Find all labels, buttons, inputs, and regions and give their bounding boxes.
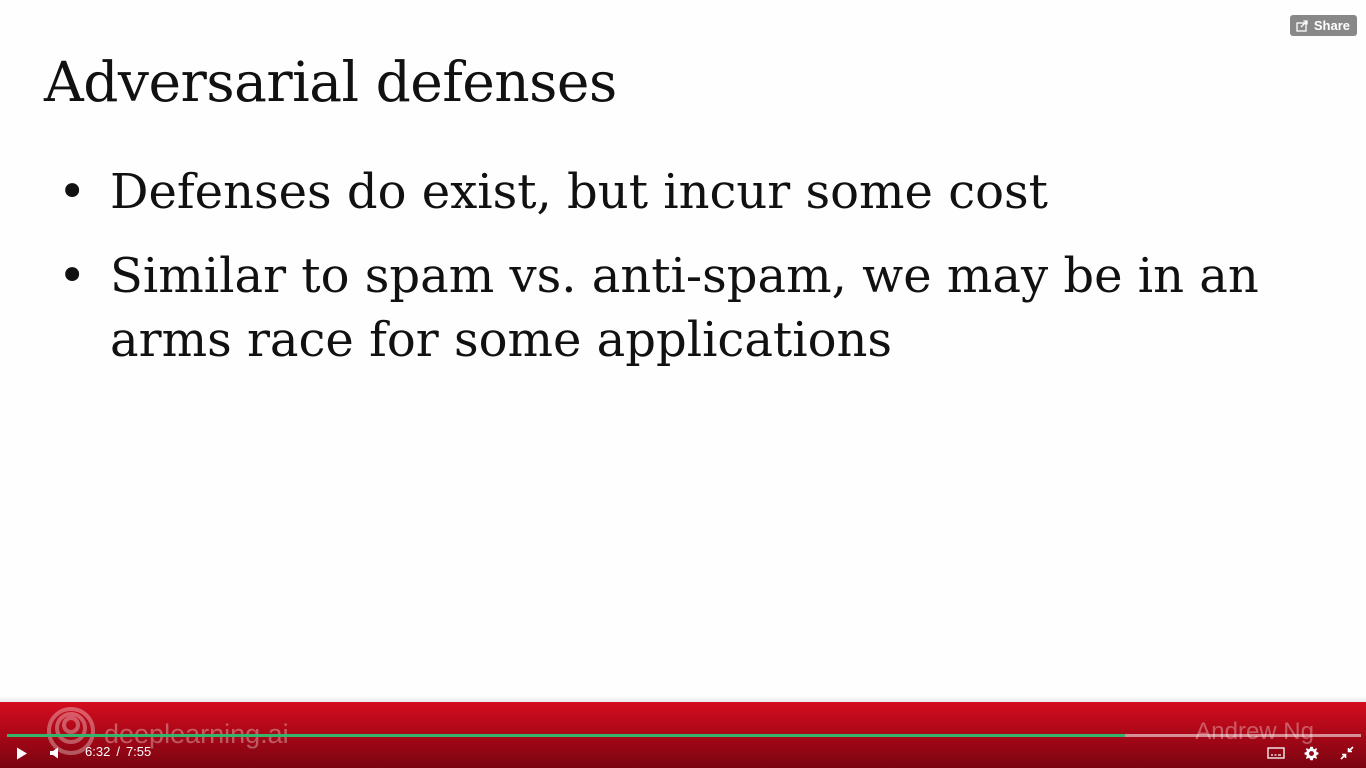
slide-bullet-text: Similar to spam vs. anti-spam, we may be… (110, 248, 1259, 368)
time-display: 6:32 / 7:55 (85, 744, 151, 759)
slide-bullet-text: Defenses do exist, but incur some cost (110, 164, 1048, 220)
bullet-marker: • (58, 164, 87, 220)
video-player[interactable]: Share Adversarial defenses • Defenses do… (0, 0, 1366, 768)
settings-icon (1304, 746, 1318, 760)
time-separator: / (116, 744, 120, 759)
share-label: Share (1313, 18, 1350, 33)
duration: 7:55 (125, 744, 152, 759)
current-time: 6:32 (85, 744, 111, 759)
slide-bullet: • Similar to spam vs. anti-spam, we may … (56, 244, 1316, 372)
exit-fullscreen-icon (1340, 746, 1354, 760)
bullet-marker: • (58, 248, 87, 304)
play-icon (17, 747, 27, 759)
slide-bullet-list: • Defenses do exist, but incur some cost… (56, 160, 1316, 392)
slide-title: Adversarial defenses (44, 50, 617, 114)
brand-strip: deeplearning.ai Andrew Ng 6:32/7:55 (0, 696, 1366, 768)
player-controls: 6:32 / 7:55 (0, 737, 1366, 768)
captions-button[interactable] (1266, 744, 1286, 762)
settings-button[interactable] (1302, 744, 1320, 762)
captions-icon (1267, 747, 1285, 759)
share-icon (1296, 19, 1308, 32)
volume-button[interactable] (46, 744, 64, 762)
play-button[interactable] (13, 744, 31, 762)
volume-icon (50, 747, 58, 759)
slide-bullet: • Defenses do exist, but incur some cost (56, 160, 1316, 224)
share-button[interactable]: Share (1289, 15, 1357, 36)
exit-fullscreen-button[interactable] (1338, 744, 1356, 762)
